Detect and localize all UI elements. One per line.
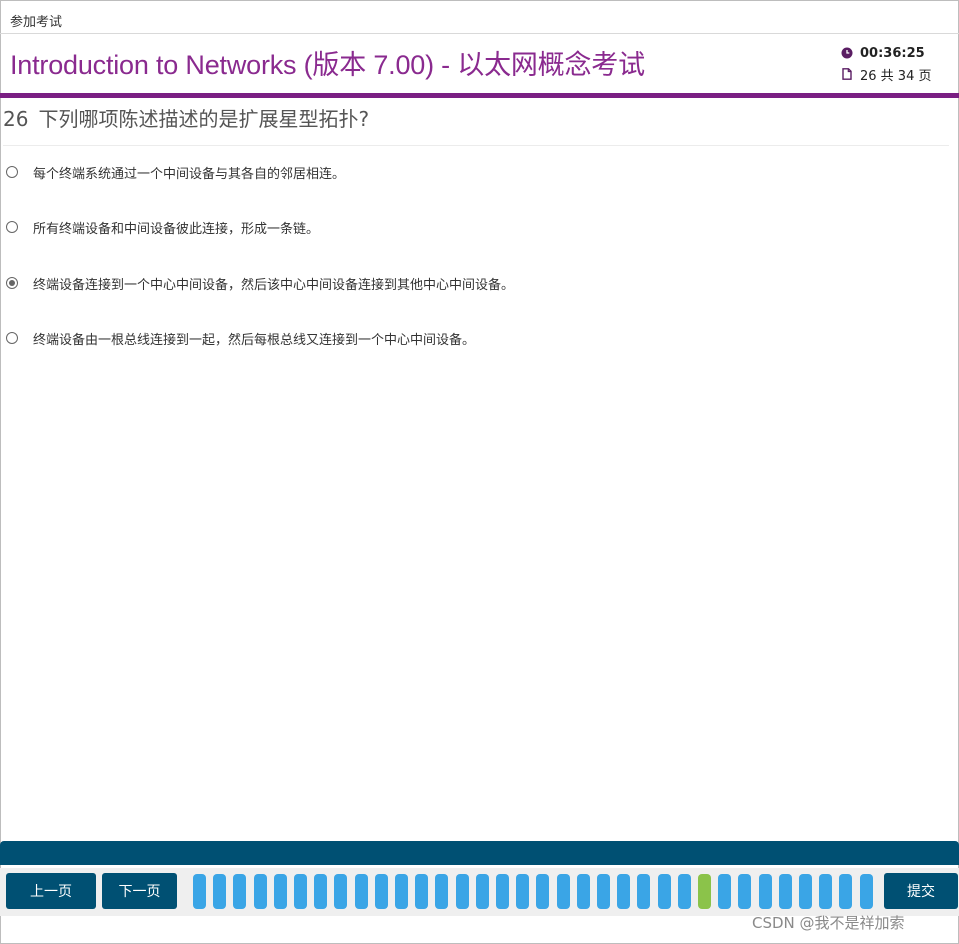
answer-option[interactable]: 终端设备由一根总线连接到一起，然后每根总线又连接到一个中心中间设备。 — [6, 326, 475, 350]
page-jump-button[interactable] — [516, 874, 529, 909]
page-jump-button[interactable] — [557, 874, 570, 909]
header-accent-bar — [0, 93, 959, 98]
radio-button[interactable] — [6, 221, 18, 233]
answer-option[interactable]: 所有终端设备和中间设备彼此连接，形成一条链。 — [6, 215, 319, 239]
page-jump-button[interactable] — [678, 874, 691, 909]
question-pager — [193, 874, 875, 909]
page-jump-button[interactable] — [658, 874, 671, 909]
page-jump-button[interactable] — [577, 874, 590, 909]
option-label: 每个终端系统通过一个中间设备与其各自的邻居相连。 — [33, 166, 346, 182]
timer-text: 00:36:25 — [860, 45, 925, 61]
radio-button[interactable] — [6, 166, 18, 178]
page-jump-button[interactable] — [355, 874, 368, 909]
page-jump-button[interactable] — [819, 874, 832, 909]
page-jump-button[interactable] — [254, 874, 267, 909]
watermark-text: CSDN @我不是祥加索 — [752, 914, 905, 932]
page-jump-button[interactable] — [759, 874, 772, 909]
page-info-row: 26 共 34 页 — [841, 65, 951, 84]
answer-option[interactable]: 每个终端系统通过一个中间设备与其各自的邻居相连。 — [6, 160, 345, 184]
navigation-bar: 上一页 下一页 提交 — [0, 868, 959, 916]
page-jump-button[interactable] — [415, 874, 428, 909]
radio-button-selected[interactable] — [6, 277, 18, 289]
next-page-button[interactable]: 下一页 — [102, 873, 177, 909]
page-jump-button[interactable] — [395, 874, 408, 909]
page-info-text: 26 共 34 页 — [860, 68, 932, 84]
page-jump-button[interactable] — [213, 874, 226, 909]
page-jump-button[interactable] — [597, 874, 610, 909]
option-label: 终端设备由一根总线连接到一起，然后每根总线又连接到一个中心中间设备。 — [33, 332, 476, 348]
page-jump-current[interactable] — [698, 874, 711, 909]
page-jump-button[interactable] — [375, 874, 388, 909]
page-jump-button[interactable] — [456, 874, 469, 909]
page-jump-button[interactable] — [496, 874, 509, 909]
clock-icon — [841, 47, 853, 59]
radio-button[interactable] — [6, 332, 18, 344]
question-text: 下列哪项陈述描述的是扩展星型拓扑? — [38, 107, 370, 131]
prev-page-button[interactable]: 上一页 — [6, 873, 96, 909]
timer-row: 00:36:25 — [841, 44, 951, 62]
page-jump-button[interactable] — [799, 874, 812, 909]
page-jump-button[interactable] — [637, 874, 650, 909]
page-jump-button[interactable] — [274, 874, 287, 909]
page-jump-button[interactable] — [738, 874, 751, 909]
exam-title: Introduction to Networks (版本 7.00) - 以太网… — [10, 43, 645, 82]
page-jump-button[interactable] — [536, 874, 549, 909]
exam-name: 以太网概念考试 — [457, 50, 645, 80]
top-bar: 参加考试 — [0, 0, 959, 34]
exam-meta: 00:36:25 26 共 34 页 — [841, 44, 951, 86]
page-jump-button[interactable] — [860, 874, 873, 909]
footer-band — [0, 841, 959, 865]
top-bar-title: 参加考试 — [10, 15, 63, 30]
course-name: Introduction to Networks (版本 7.00) - — [10, 50, 458, 80]
question-divider — [3, 145, 949, 146]
page-jump-button[interactable] — [193, 874, 206, 909]
page-jump-button[interactable] — [334, 874, 347, 909]
page-jump-button[interactable] — [314, 874, 327, 909]
question-heading: 26 下列哪项陈述描述的是扩展星型拓扑? — [3, 103, 369, 132]
page-jump-button[interactable] — [839, 874, 852, 909]
page-jump-button[interactable] — [476, 874, 489, 909]
page-jump-button[interactable] — [294, 874, 307, 909]
page-jump-button[interactable] — [617, 874, 630, 909]
page-jump-button[interactable] — [435, 874, 448, 909]
question-number: 26 — [3, 107, 29, 131]
exam-header: Introduction to Networks (版本 7.00) - 以太网… — [0, 34, 959, 93]
answer-option[interactable]: 终端设备连接到一个中心中间设备，然后该中心中间设备连接到其他中心中间设备。 — [6, 271, 514, 295]
window-frame — [0, 0, 959, 944]
option-label: 所有终端设备和中间设备彼此连接，形成一条链。 — [33, 221, 320, 237]
page-icon — [842, 68, 852, 80]
page-jump-button[interactable] — [233, 874, 246, 909]
page-jump-button[interactable] — [779, 874, 792, 909]
submit-button[interactable]: 提交 — [884, 873, 958, 909]
page-jump-button[interactable] — [718, 874, 731, 909]
option-label: 终端设备连接到一个中心中间设备，然后该中心中间设备连接到其他中心中间设备。 — [33, 277, 515, 293]
